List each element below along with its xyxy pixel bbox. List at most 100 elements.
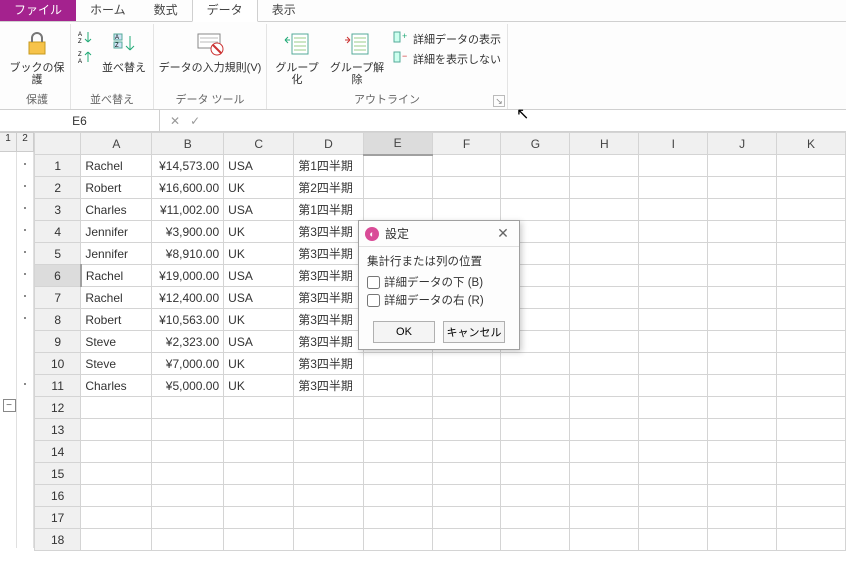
cell[interactable] [501, 397, 570, 419]
cell[interactable]: ¥3,900.00 [152, 221, 224, 243]
column-header-A[interactable]: A [81, 133, 152, 155]
cell[interactable]: Rachel [81, 287, 152, 309]
cancel-icon[interactable]: ✕ [170, 114, 180, 128]
cell[interactable] [432, 397, 501, 419]
cell[interactable] [224, 463, 294, 485]
cell[interactable] [363, 419, 432, 441]
cell[interactable] [639, 463, 708, 485]
row-header-11[interactable]: 11 [35, 375, 81, 397]
cell[interactable]: Rachel [81, 155, 152, 177]
cell[interactable] [639, 221, 708, 243]
cell[interactable]: ¥11,002.00 [152, 199, 224, 221]
cell[interactable] [294, 485, 363, 507]
cell[interactable] [224, 485, 294, 507]
tab-formula[interactable]: 数式 [140, 0, 192, 21]
cell[interactable]: Steve [81, 331, 152, 353]
cell[interactable] [224, 441, 294, 463]
cell[interactable] [708, 419, 777, 441]
select-all-corner[interactable] [35, 133, 81, 155]
cell[interactable] [152, 397, 224, 419]
cell[interactable]: Robert [81, 309, 152, 331]
cell[interactable]: 第3四半期 [294, 309, 363, 331]
row-header-18[interactable]: 18 [35, 529, 81, 551]
cell[interactable] [570, 485, 639, 507]
cell[interactable] [432, 507, 501, 529]
row-header-1[interactable]: 1 [35, 155, 81, 177]
cell[interactable] [570, 177, 639, 199]
cell[interactable] [501, 441, 570, 463]
cell[interactable] [570, 199, 639, 221]
column-header-B[interactable]: B [152, 133, 224, 155]
cell[interactable] [81, 507, 152, 529]
column-header-G[interactable]: G [501, 133, 570, 155]
cell[interactable] [294, 529, 363, 551]
cell[interactable] [708, 199, 777, 221]
cell[interactable] [708, 221, 777, 243]
cell[interactable]: ¥16,600.00 [152, 177, 224, 199]
cell[interactable]: Jennifer [81, 221, 152, 243]
cell[interactable] [708, 177, 777, 199]
row-header-3[interactable]: 3 [35, 199, 81, 221]
cell[interactable] [570, 441, 639, 463]
cell[interactable]: 第3四半期 [294, 287, 363, 309]
cell[interactable]: ¥19,000.00 [152, 265, 224, 287]
row-header-17[interactable]: 17 [35, 507, 81, 529]
cell[interactable]: USA [224, 287, 294, 309]
cell[interactable] [639, 155, 708, 177]
cell[interactable]: Charles [81, 375, 152, 397]
cell[interactable] [570, 375, 639, 397]
row-header-8[interactable]: 8 [35, 309, 81, 331]
cell[interactable] [224, 397, 294, 419]
cell[interactable] [570, 265, 639, 287]
cell[interactable] [224, 419, 294, 441]
outline-level-1-button[interactable]: 1 [0, 132, 17, 151]
cell[interactable] [152, 419, 224, 441]
cell[interactable] [639, 265, 708, 287]
cell[interactable] [432, 199, 501, 221]
cell[interactable] [639, 199, 708, 221]
cell[interactable] [81, 441, 152, 463]
cell[interactable]: 第3四半期 [294, 375, 363, 397]
cell[interactable]: 第3四半期 [294, 331, 363, 353]
cell[interactable] [152, 507, 224, 529]
cell[interactable] [777, 265, 846, 287]
cell[interactable]: 第1四半期 [294, 155, 363, 177]
protect-workbook-button[interactable]: ブックの保護 [8, 26, 66, 88]
cell[interactable] [570, 309, 639, 331]
cell[interactable] [777, 177, 846, 199]
cell[interactable] [432, 441, 501, 463]
cancel-button[interactable]: キャンセル [443, 321, 505, 343]
cell[interactable] [363, 485, 432, 507]
cell[interactable] [708, 309, 777, 331]
cell[interactable] [639, 507, 708, 529]
cell[interactable] [432, 177, 501, 199]
cell[interactable] [639, 485, 708, 507]
column-header-H[interactable]: H [570, 133, 639, 155]
row-header-14[interactable]: 14 [35, 441, 81, 463]
row-header-15[interactable]: 15 [35, 463, 81, 485]
cell[interactable]: ¥8,910.00 [152, 243, 224, 265]
cell[interactable] [777, 529, 846, 551]
cell[interactable] [152, 485, 224, 507]
ok-button[interactable]: OK [373, 321, 435, 343]
column-header-C[interactable]: C [224, 133, 294, 155]
cell[interactable] [570, 397, 639, 419]
row-header-10[interactable]: 10 [35, 353, 81, 375]
cell[interactable] [639, 375, 708, 397]
cell[interactable] [777, 463, 846, 485]
row-header-16[interactable]: 16 [35, 485, 81, 507]
cell[interactable] [570, 331, 639, 353]
cell[interactable]: UK [224, 177, 294, 199]
cell[interactable] [777, 397, 846, 419]
cell[interactable] [708, 485, 777, 507]
cell[interactable] [777, 287, 846, 309]
cell[interactable] [294, 397, 363, 419]
column-header-K[interactable]: K [777, 133, 846, 155]
cell[interactable] [294, 463, 363, 485]
tab-view[interactable]: 表示 [258, 0, 310, 21]
cell[interactable] [363, 353, 432, 375]
cell[interactable]: UK [224, 243, 294, 265]
cell[interactable] [777, 419, 846, 441]
cell[interactable] [363, 507, 432, 529]
cell[interactable] [639, 309, 708, 331]
